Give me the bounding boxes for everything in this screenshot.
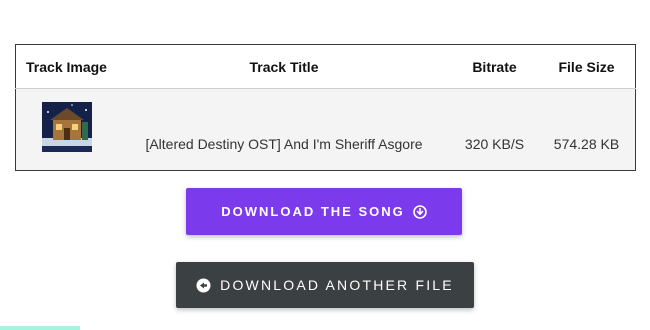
- header-track-title: Track Title: [117, 44, 451, 89]
- download-song-label: DOWNLOAD THE SONG: [221, 204, 405, 219]
- arrow-left-circle-icon: [196, 278, 211, 293]
- table-row: [Altered Destiny OST] And I'm Sheriff As…: [15, 88, 636, 171]
- download-circle-icon: [412, 204, 427, 219]
- header-bitrate: Bitrate: [451, 44, 538, 89]
- download-another-file-button[interactable]: DOWNLOAD ANOTHER FILE: [176, 262, 474, 308]
- page: Track Image Track Title Bitrate File Siz…: [0, 0, 650, 330]
- table-header-row: Track Image Track Title Bitrate File Siz…: [15, 44, 636, 89]
- download-another-file-label: DOWNLOAD ANOTHER FILE: [220, 277, 454, 293]
- track-table: Track Image Track Title Bitrate File Siz…: [15, 44, 636, 171]
- download-song-button[interactable]: DOWNLOAD THE SONG: [186, 188, 462, 235]
- track-image-cell: [15, 88, 117, 171]
- header-track-image: Track Image: [15, 44, 117, 89]
- album-art-image: [42, 102, 92, 152]
- accent-strip: [0, 326, 80, 330]
- header-file-size: File Size: [538, 44, 636, 89]
- track-title-cell: [Altered Destiny OST] And I'm Sheriff As…: [117, 88, 451, 171]
- album-art-thumbnail: [42, 102, 92, 152]
- file-size-cell: 574.28 KB: [538, 88, 636, 171]
- bitrate-cell: 320 KB/S: [451, 88, 538, 171]
